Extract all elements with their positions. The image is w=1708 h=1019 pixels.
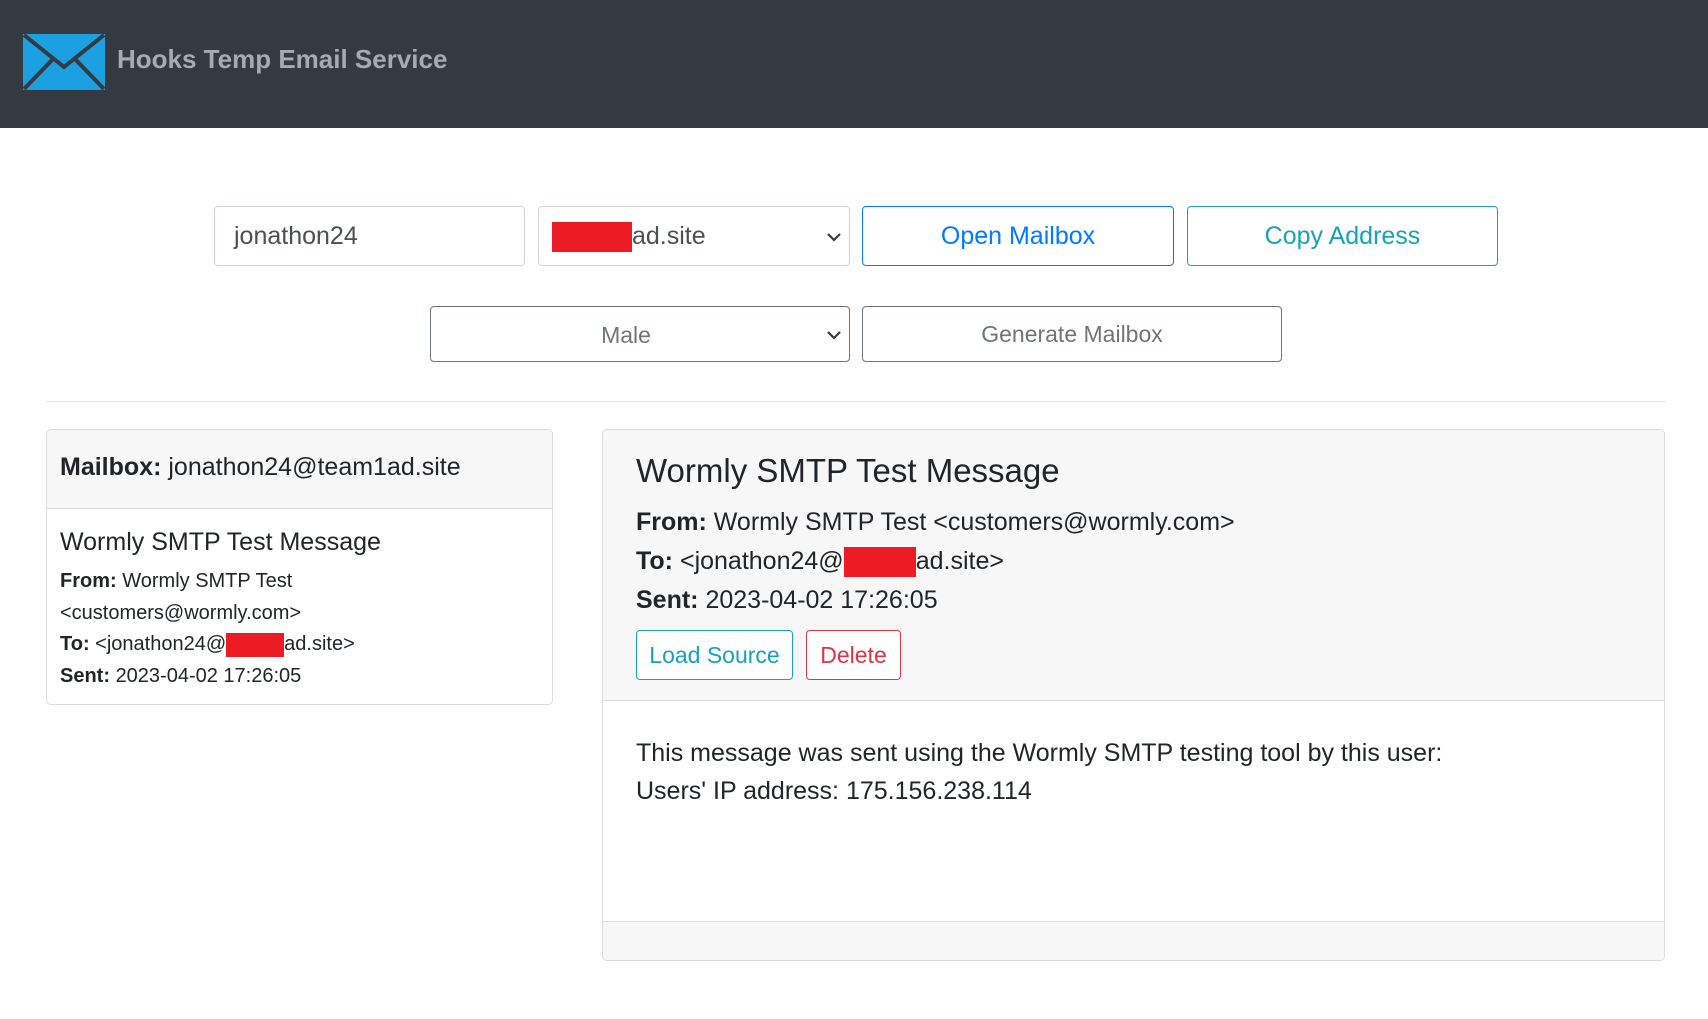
load-source-button[interactable]: Load Source [636,630,793,680]
message-from: From: Wormly SMTP Test <customers@wormly… [636,508,1235,536]
delete-button[interactable]: Delete [806,630,901,680]
message-sent: Sent: 2023-04-02 17:26:05 [636,586,938,614]
message-card: Wormly SMTP Test Message From: Wormly SM… [602,429,1665,961]
username-value: jonathon24 [234,222,358,250]
open-mailbox-button[interactable]: Open Mailbox [862,206,1174,266]
list-item-subject: Wormly SMTP Test Message [60,528,381,556]
message-body-line: This message was sent using the Wormly S… [636,739,1443,767]
chevron-down-icon [827,233,841,242]
gender-select-value: Male [601,322,651,348]
domain-select[interactable]: ad.site [538,206,850,266]
domain-select-value: ad.site [552,221,706,253]
list-item-from: From: Wormly SMTP Test [60,570,293,592]
message-subject: Wormly SMTP Test Message [636,452,1060,489]
mailbox-card-header: Mailbox: jonathon24@team1ad.site [47,430,552,509]
divider [46,401,1666,402]
mailbox-label: Mailbox: [60,453,162,481]
copy-address-button[interactable]: Copy Address [1187,206,1498,266]
message-footer [603,921,1664,960]
username-input[interactable]: jonathon24 [214,206,525,266]
message-body-line: Users' IP address: 175.156.238.114 [636,777,1032,805]
mailbox-card: Mailbox: jonathon24@team1ad.site Wormly … [46,429,553,705]
list-item-from-email: <customers@wormly.com> [60,602,302,624]
chevron-down-icon [827,331,841,340]
navbar: Hooks Temp Email Service [0,0,1708,128]
message-header: Wormly SMTP Test Message From: Wormly SM… [603,430,1664,701]
redacted-domain [552,222,632,253]
envelope-icon[interactable] [23,34,105,90]
mailbox-address: Mailbox: jonathon24@team1ad.site [60,453,461,481]
message-body: This message was sent using the Wormly S… [603,701,1664,921]
list-item-sent: Sent: 2023-04-02 17:26:05 [60,665,302,687]
message-to: To: <jonathon24@ ad.site> [636,546,1004,578]
generate-mailbox-button[interactable]: Generate Mailbox [862,306,1282,362]
redacted-domain [843,547,916,578]
gender-select[interactable]: Male [430,306,850,362]
brand-title[interactable]: Hooks Temp Email Service [117,44,447,74]
list-item-to: To: <jonathon24@ ad.site> [60,632,355,657]
redacted-domain [226,632,285,657]
list-item[interactable]: Wormly SMTP Test Message From: Wormly SM… [47,509,552,704]
